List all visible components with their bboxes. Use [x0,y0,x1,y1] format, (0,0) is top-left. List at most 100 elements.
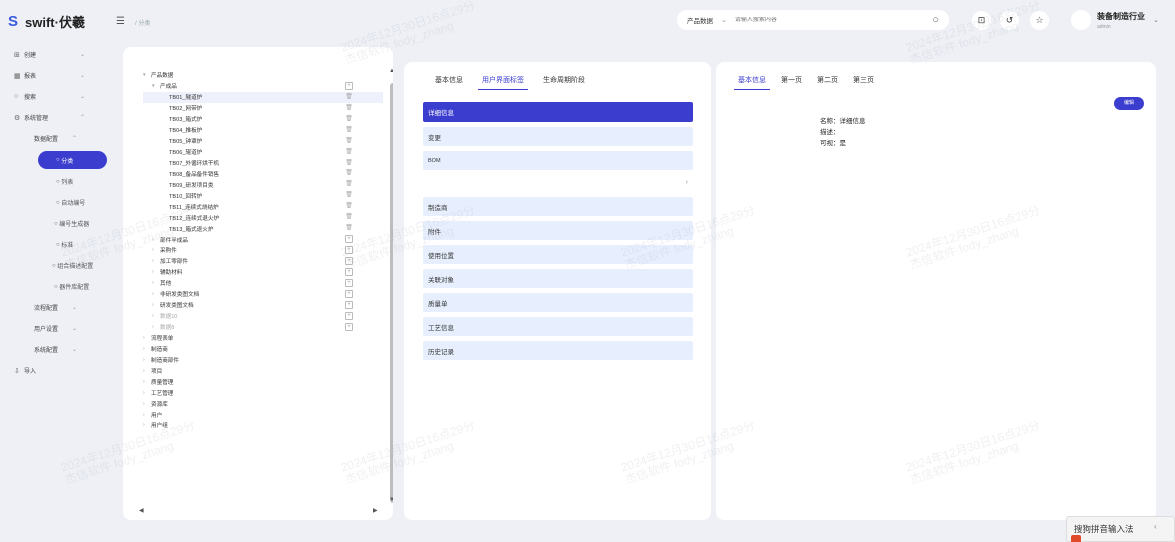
tree-node[interactable]: ▾ 产品数据 [143,70,383,81]
add-node-icon[interactable]: + [345,235,353,244]
tree-node[interactable]: › 非研发类图文档 + [143,289,383,300]
caret-right-icon[interactable]: › [143,401,151,407]
sidebar-item-list[interactable]: ○ 列表 [0,171,116,192]
add-node-icon[interactable]: + [345,256,353,265]
history-icon[interactable]: ↺ [1000,11,1019,30]
add-node-icon[interactable]: + [345,81,353,90]
caret-right-icon[interactable]: › [152,237,160,243]
delete-icon[interactable]: 🗑 [345,159,353,167]
delete-icon[interactable]: 🗑 [345,93,353,101]
tab-ui-labels[interactable]: 用户界面标签 [478,74,528,90]
caret-right-icon[interactable]: › [152,280,160,286]
tab-lifecycle[interactable]: 生命周期阶段 [539,74,589,90]
sidebar-item-create[interactable]: ⊞ 创建 ⌄ [0,44,116,65]
tree-node[interactable]: TB03_箱式炉 🗑 [143,114,383,125]
add-node-icon[interactable]: + [345,278,353,287]
delete-icon[interactable]: 🗑 [345,115,353,123]
tab-page-three[interactable]: 第三页 [849,74,878,90]
delete-icon[interactable]: 🗑 [345,137,353,145]
chevron-down-icon[interactable]: ⌄ [721,16,727,24]
card-where-used[interactable]: 使用位置 [423,245,693,264]
search-icon[interactable]: ○ [932,14,939,26]
caret-right-icon[interactable]: › [152,302,160,308]
sidebar-item-device-lib[interactable]: ○ 器件库配置 [0,276,116,297]
sidebar-item-standard[interactable]: ○ 标准 [0,234,116,255]
screenshot-icon[interactable]: ⊡ [972,11,991,30]
tab-basic-info[interactable]: 基本信息 [734,74,770,90]
caret-right-icon[interactable]: › [143,335,151,341]
card-attachment[interactable]: 附件 [423,221,693,240]
sidebar-item-number-generator[interactable]: ○ 编号生成器 [0,213,116,234]
caret-right-icon[interactable]: › [143,390,151,396]
tree-node[interactable]: TB01_隧道炉 🗑 [143,91,383,103]
delete-icon[interactable]: 🗑 [345,180,353,188]
sidebar-item-combo-desc[interactable]: ○ 组合描述配置 [0,255,116,276]
tree-node[interactable]: › 其他 + [143,278,383,289]
caret-right-icon[interactable]: › [152,313,160,319]
delete-icon[interactable]: 🗑 [345,148,353,156]
card-process-info[interactable]: 工艺信息 [423,317,693,336]
add-node-icon[interactable]: + [345,289,353,298]
app-logo[interactable]: S swift·伏羲 [8,12,85,31]
caret-right-icon[interactable]: › [152,291,160,297]
sidebar-item-flow-config[interactable]: 流程配置 ⌄ [0,297,116,318]
tree-node[interactable]: › 数据8 + [143,322,383,333]
sidebar-item-data-config[interactable]: 数据配置 ⌃ [0,128,116,149]
ime-toolbar[interactable]: 搜狗拼音输入法 ‹ [1066,516,1175,542]
scroll-right-icon[interactable]: ▶ [373,507,378,514]
caret-down-icon[interactable]: ▾ [143,72,151,78]
delete-icon[interactable]: 🗑 [345,104,353,112]
sidebar-item-search[interactable]: ○ 搜索 ⌄ [0,86,116,107]
tree-node[interactable]: TB09_研发项目类 🗑 [143,179,383,190]
caret-right-icon[interactable]: › [152,258,160,264]
scroll-down-icon[interactable]: ▼ [389,497,393,503]
caret-right-icon[interactable]: › [152,324,160,330]
tree-node[interactable]: TB06_辊道炉 🗑 [143,147,383,158]
tree-scrollbar[interactable]: ▲ ▼ [389,65,393,505]
tree-node[interactable]: › 辅助材料 + [143,267,383,278]
search-category-select[interactable]: 产品数据 [687,15,713,25]
delete-icon[interactable]: 🗑 [345,213,353,221]
scroll-left-icon[interactable]: ◀ [139,507,144,514]
notification-icon[interactable]: ☆ [1030,11,1049,30]
tree-node[interactable]: › 制造商 [143,343,383,354]
tree-node[interactable]: TB02_网带炉 🗑 [143,103,383,114]
tree-node[interactable]: TB05_钟罩炉 🗑 [143,136,383,147]
sidebar-item-auto-number[interactable]: ○ 自动编号 [0,192,116,213]
tree-node[interactable]: › 制造商部件 [143,354,383,365]
tree-node[interactable]: TB10_回转炉 🗑 [143,190,383,201]
add-node-icon[interactable]: + [345,311,353,320]
card-manufacturer[interactable]: 制造商 [423,197,693,216]
scroll-up-icon[interactable]: ▲ [389,68,393,74]
card-detail-info[interactable]: 详细信息 [423,102,693,122]
scrollbar-thumb[interactable] [390,83,393,503]
sidebar-item-import[interactable]: ⇩ 导入 [0,360,116,381]
sidebar-item-user-settings[interactable]: 用户设置 ⌄ [0,318,116,339]
add-node-icon[interactable]: + [345,267,353,276]
tree-node[interactable]: › 数据10 + [143,311,383,322]
sidebar-item-system[interactable]: ⚙ 系统管理 ⌃ [0,107,116,128]
tree-node[interactable]: ▾ 产成品 + [143,81,383,92]
tree-node[interactable]: TB08_备品备件销售 🗑 [143,168,383,179]
delete-icon[interactable]: 🗑 [345,191,353,199]
card-quality-sheet[interactable]: 质量单 [423,293,693,312]
delete-icon[interactable]: 🗑 [345,202,353,210]
tree-node[interactable]: TB13_箱式退火炉 🗑 [143,223,383,234]
collapse-arrow-icon[interactable]: ‹ [1154,522,1157,531]
tree-node[interactable]: › 资源库 [143,398,383,409]
tree-node[interactable]: › 用户 [143,409,383,420]
caret-right-icon[interactable]: › [143,346,151,352]
card-change[interactable]: 变更 [423,127,693,146]
tree-node[interactable]: › 工艺管理 [143,387,383,398]
add-node-icon[interactable]: + [345,322,353,331]
add-node-icon[interactable]: + [345,300,353,309]
tab-basic-info[interactable]: 基本信息 [431,74,467,90]
caret-right-icon[interactable]: › [152,247,160,253]
tree-node[interactable]: › 采购件 + [143,245,383,256]
search-input[interactable] [734,17,885,23]
card-bom[interactable]: BOM [423,151,693,170]
chevron-right-icon[interactable]: › [686,179,688,186]
caret-right-icon[interactable]: › [143,422,151,428]
sidebar-item-category[interactable]: ○ 分类 [38,151,107,169]
tree-node[interactable]: TB04_推板炉 🗑 [143,125,383,136]
